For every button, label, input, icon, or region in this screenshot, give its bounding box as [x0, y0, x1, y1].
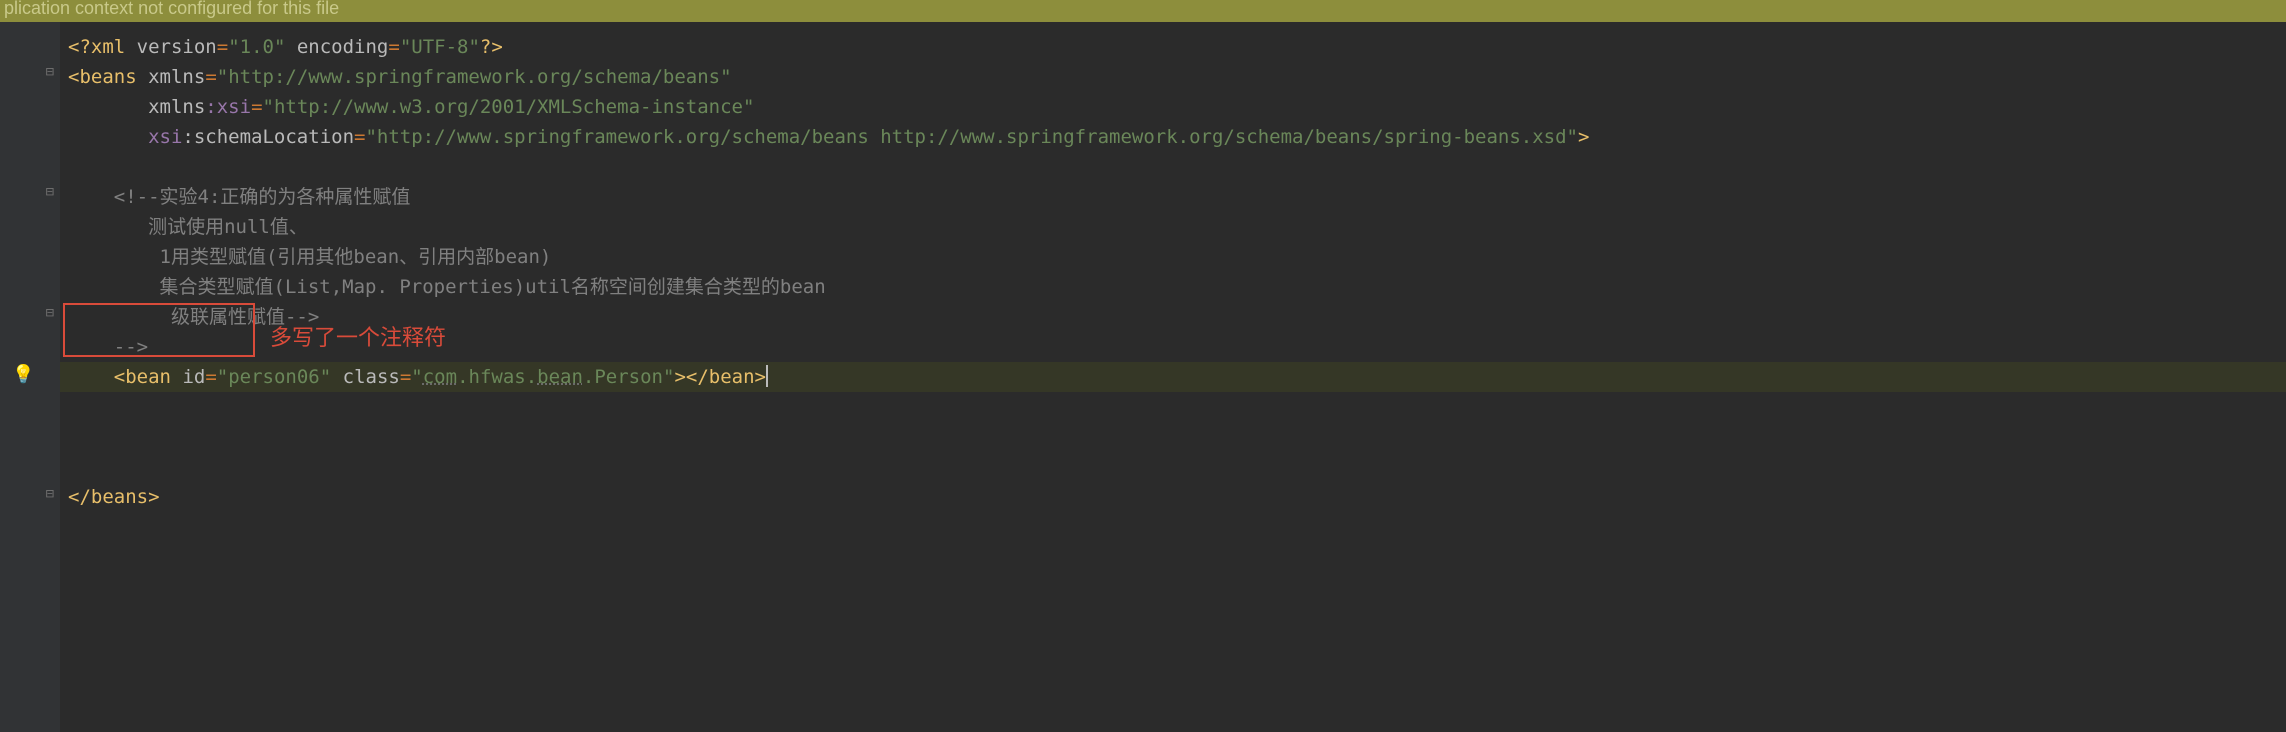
text-caret — [766, 365, 768, 387]
code-line[interactable] — [60, 392, 2286, 422]
xml-tag: xml — [91, 36, 125, 58]
code-line[interactable]: 测试使用null值、 — [60, 212, 2286, 242]
code-line-current[interactable]: <bean id="person06" class="com.hfwas.bea… — [60, 362, 2286, 392]
xml-tag: beans — [79, 66, 136, 88]
code-line[interactable] — [60, 152, 2286, 182]
gutter[interactable]: ⊟ ⊟ ⊟ 💡 ⊟ — [0, 22, 60, 732]
xml-comment: 测试使用null值、 — [148, 216, 308, 238]
intention-bulb-icon[interactable]: 💡 — [12, 364, 34, 385]
xml-attr-value: "http://www.w3.org/2001/XMLSchema-instan… — [263, 96, 755, 118]
code-line[interactable]: 1用类型赋值(引用其他bean、引用内部bean) — [60, 242, 2286, 272]
xml-pi-close: ?> — [480, 36, 503, 58]
xml-comment: 1用类型赋值(引用其他bean、引用内部bean) — [148, 246, 551, 268]
xml-attr-value: "UTF-8" — [400, 36, 480, 58]
xml-attr: class — [343, 366, 400, 388]
fold-icon[interactable]: ⊟ — [46, 64, 54, 80]
fold-icon[interactable]: ⊟ — [46, 184, 54, 200]
xml-attr-value: "person06" — [217, 366, 331, 388]
xml-tag: beans — [91, 486, 148, 508]
code-area[interactable]: <?xml version="1.0" encoding="UTF-8"?> <… — [60, 22, 2286, 732]
code-line[interactable]: xmlns:xsi="http://www.w3.org/2001/XMLSch… — [60, 92, 2286, 122]
xml-attr-value: "http://www.springframework.org/schema/b… — [217, 66, 732, 88]
code-line[interactable]: <beans xmlns="http://www.springframework… — [60, 62, 2286, 92]
code-line[interactable] — [60, 422, 2286, 452]
xml-ns: xsi — [148, 126, 182, 148]
code-line[interactable]: <?xml version="1.0" encoding="UTF-8"?> — [60, 32, 2286, 62]
fold-icon[interactable]: ⊟ — [46, 305, 54, 321]
xml-tag: bean — [125, 366, 171, 388]
xml-attr: version — [137, 36, 217, 58]
code-line[interactable]: xsi:schemaLocation="http://www.springfra… — [60, 122, 2286, 152]
xml-attr-value: "http://www.springframework.org/schema/b… — [365, 126, 1578, 148]
editor-area: ⊟ ⊟ ⊟ 💡 ⊟ <?xml version="1.0" encoding="… — [0, 22, 2286, 732]
fold-icon[interactable]: ⊟ — [46, 486, 54, 502]
xml-attr: xmlns — [148, 96, 205, 118]
code-line[interactable]: </beans> — [60, 482, 2286, 512]
xml-pi-open: <? — [68, 36, 91, 58]
annotation-text: 多写了一个注释符 — [270, 320, 446, 352]
notification-banner[interactable]: plication context not configured for thi… — [0, 0, 2286, 22]
xml-comment: 集合类型赋值(List,Map. Properties)util名称空间创建集合… — [148, 276, 826, 298]
xml-attr-value: "1.0" — [228, 36, 285, 58]
xml-attr: id — [182, 366, 205, 388]
code-line[interactable]: 集合类型赋值(List,Map. Properties)util名称空间创建集合… — [60, 272, 2286, 302]
banner-text: plication context not configured for thi… — [4, 0, 339, 18]
xml-attr: xmlns — [148, 66, 205, 88]
xml-comment-extra: --> — [114, 336, 148, 358]
xml-attr: schemaLocation — [194, 126, 354, 148]
xml-ns: xsi — [217, 96, 251, 118]
xml-comment: <!--实验4:正确的为各种属性赋值 — [114, 186, 411, 208]
xml-tag: bean — [709, 366, 755, 388]
xml-attr: encoding — [297, 36, 389, 58]
code-line[interactable] — [60, 452, 2286, 482]
code-line[interactable]: <!--实验4:正确的为各种属性赋值 — [60, 182, 2286, 212]
